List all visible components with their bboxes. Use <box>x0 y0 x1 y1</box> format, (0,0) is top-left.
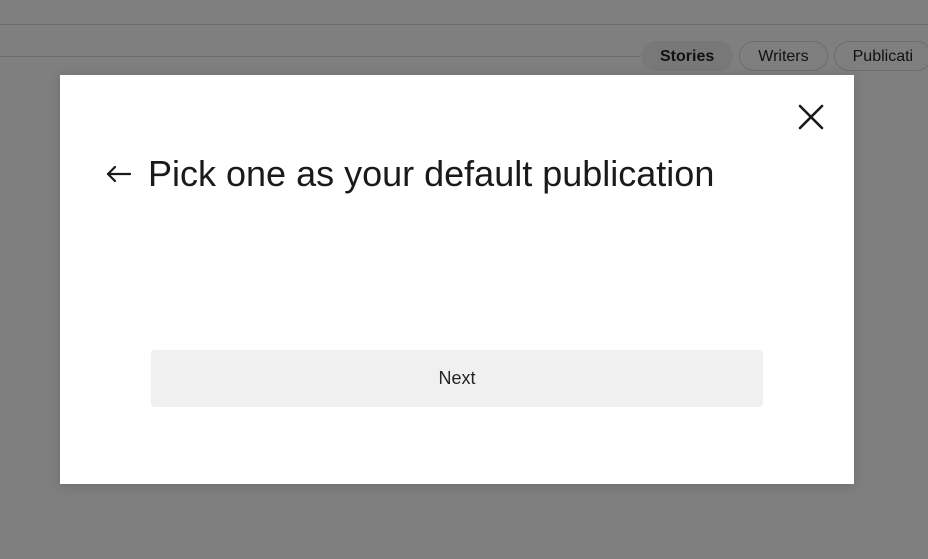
dialog-title: Pick one as your default publication <box>148 153 715 194</box>
back-button[interactable] <box>104 159 134 189</box>
arrow-left-icon <box>106 165 132 183</box>
next-button[interactable]: Next <box>151 350 763 407</box>
close-icon <box>798 104 824 130</box>
default-publication-dialog: Pick one as your default publication Nex… <box>60 75 854 484</box>
dialog-header: Pick one as your default publication <box>104 149 714 199</box>
close-button[interactable] <box>795 101 827 133</box>
